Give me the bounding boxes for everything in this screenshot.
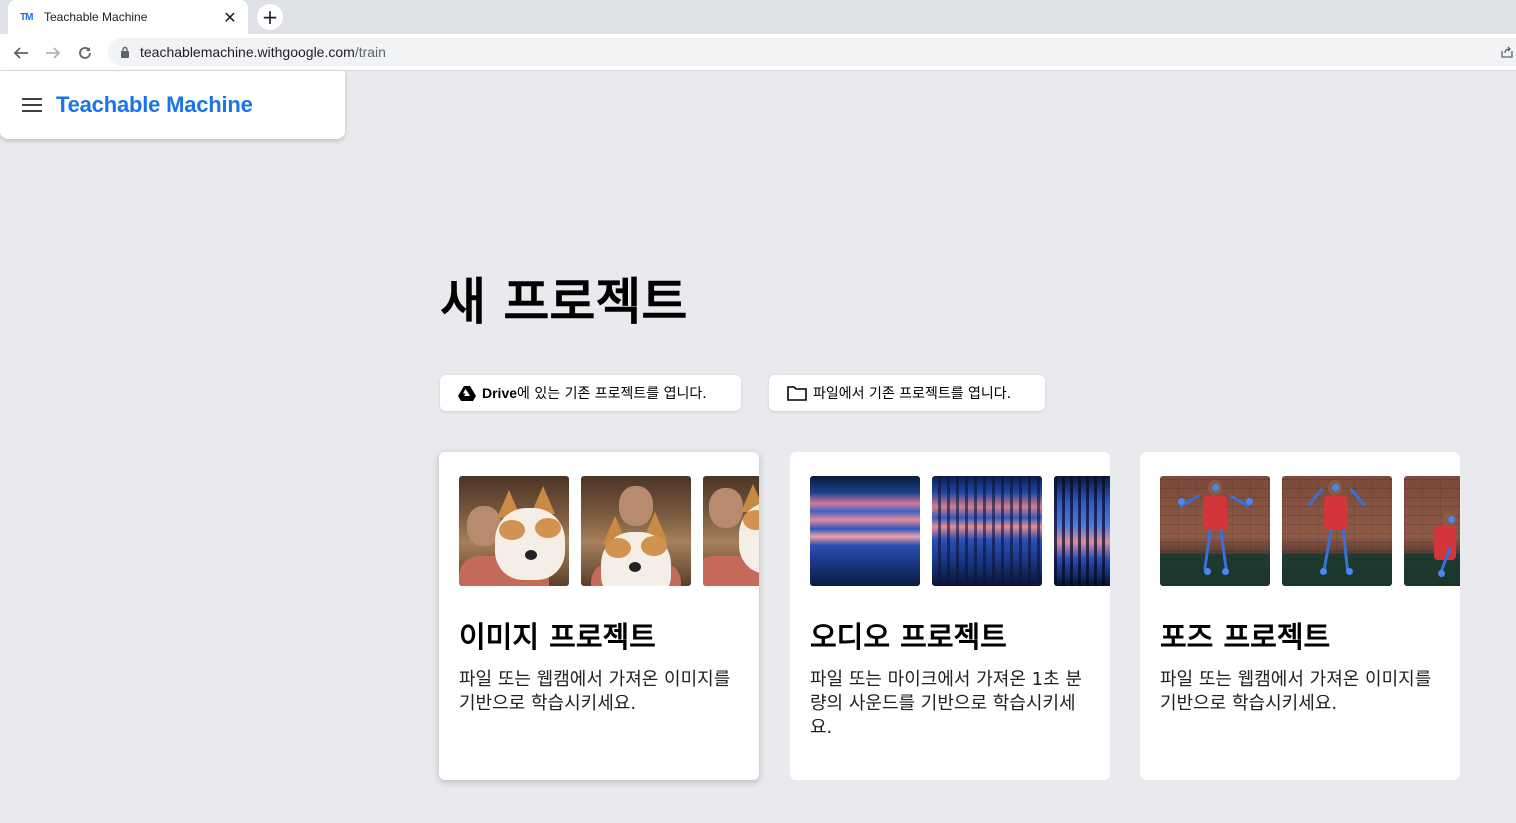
image-project-card[interactable]: 이미지 프로젝트 파일 또는 웹캠에서 가져온 이미지를 기반으로 학습시키세요… [439, 452, 759, 780]
card-description: 파일 또는 웹캠에서 가져온 이미지를 기반으로 학습시키세요. [459, 669, 731, 714]
browser-tab[interactable]: TM Teachable Machine ✕ [8, 0, 248, 34]
menu-icon[interactable] [22, 98, 42, 112]
open-from-drive-text: 에 있는 기존 프로젝트를 엽니다. [517, 386, 707, 402]
address-bar[interactable]: teachablemachine.withgoogle.com/train [108, 38, 1516, 66]
share-button[interactable] [1500, 44, 1514, 63]
folder-icon [787, 386, 807, 401]
corgi-plush-thumbnail [703, 476, 759, 586]
spectrogram-thumbnail [932, 476, 1042, 586]
pose-project-card[interactable]: 포즈 프로젝트 파일 또는 웹캠에서 가져온 이미지를 기반으로 학습시키세요. [1140, 452, 1460, 780]
spectrogram-thumbnail [1054, 476, 1110, 586]
teachable-machine-favicon-icon: TM [20, 11, 33, 23]
pose-thumbnail [1404, 476, 1460, 586]
audio-project-thumbnails [810, 476, 1110, 586]
pose-project-thumbnails [1160, 476, 1460, 586]
page-title: 새 프로젝트 [440, 273, 688, 331]
url-path: /train [354, 44, 386, 60]
spectrogram-thumbnail [810, 476, 920, 586]
corgi-plush-thumbnail [581, 476, 691, 586]
lock-icon [121, 46, 129, 58]
arrow-right-icon [46, 47, 61, 59]
pose-thumbnail [1282, 476, 1392, 586]
arrow-left-icon [13, 47, 28, 59]
card-title: 이미지 프로젝트 [459, 620, 656, 654]
back-button[interactable] [8, 40, 34, 66]
share-icon [1501, 46, 1513, 58]
drive-word: Drive [482, 385, 518, 401]
close-tab-icon[interactable]: ✕ [222, 8, 238, 27]
reload-button[interactable] [72, 40, 98, 66]
image-project-thumbnails [459, 476, 759, 586]
new-tab-button[interactable]: + [257, 4, 283, 30]
card-title: 포즈 프로젝트 [1160, 620, 1331, 654]
open-from-drive-button[interactable]: Drive에 있는 기존 프로젝트를 엽니다. [440, 375, 741, 411]
card-title: 오디오 프로젝트 [810, 620, 1007, 654]
card-description: 파일 또는 마이크에서 가져온 1초 분량의 사운드를 기반으로 학습시키세요. [810, 669, 1082, 738]
app-header: Teachable Machine [0, 71, 345, 139]
forward-button[interactable] [40, 40, 66, 66]
corgi-plush-thumbnail [459, 476, 569, 586]
open-from-drive-label: Drive에 있는 기존 프로젝트를 엽니다. [482, 383, 707, 403]
card-description: 파일 또는 웹캠에서 가져온 이미지를 기반으로 학습시키세요. [1160, 669, 1432, 714]
browser-toolbar: teachablemachine.withgoogle.com/train [0, 34, 1516, 71]
url-text: teachablemachine.withgoogle.com/train [140, 44, 386, 60]
url-domain: teachablemachine.withgoogle.com [140, 44, 355, 60]
open-from-file-label: 파일에서 기존 프로젝트를 엽니다. [813, 386, 1012, 402]
open-from-file-button[interactable]: 파일에서 기존 프로젝트를 엽니다. [769, 375, 1045, 411]
browser-tabstrip: TM Teachable Machine ✕ + [0, 0, 1516, 34]
app-brand[interactable]: Teachable Machine [56, 92, 253, 118]
audio-project-card[interactable]: 오디오 프로젝트 파일 또는 마이크에서 가져온 1초 분량의 사운드를 기반으… [790, 452, 1110, 780]
google-drive-icon [458, 386, 476, 401]
tab-title: Teachable Machine [44, 10, 148, 24]
reload-icon [79, 47, 91, 59]
pose-thumbnail [1160, 476, 1270, 586]
